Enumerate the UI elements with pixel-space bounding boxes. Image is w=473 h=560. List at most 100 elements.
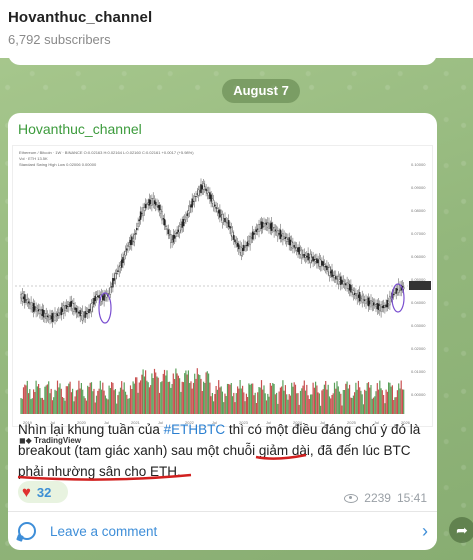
- candle-body: [177, 229, 180, 232]
- volume-bar: [92, 391, 94, 414]
- candle-body: [221, 214, 224, 223]
- volume-bar: [321, 390, 323, 414]
- candle-body: [186, 213, 188, 217]
- candle-body: [139, 211, 142, 220]
- volume-bar: [197, 374, 200, 414]
- candle-body: [295, 247, 298, 251]
- candle-body: [352, 290, 355, 295]
- candle-body: [158, 204, 161, 211]
- volume-bar: [393, 400, 395, 414]
- volume-bar: [114, 389, 116, 414]
- candle-body: [181, 221, 183, 228]
- candle-body: [268, 222, 270, 229]
- volume-bar: [82, 389, 84, 414]
- candle-body: [197, 189, 200, 196]
- volume-bar: [93, 388, 95, 414]
- candle-body: [120, 259, 123, 268]
- reaction-chip[interactable]: ♥ 32: [18, 481, 68, 503]
- candle-body: [44, 313, 46, 318]
- volume-bar: [170, 387, 172, 414]
- candle-body: [381, 306, 384, 309]
- candle-body: [113, 278, 115, 281]
- candle-body: [22, 296, 25, 300]
- candle-body: [264, 223, 266, 226]
- volume-bar: [182, 382, 184, 414]
- chart-header-line-3: Standard Swing High Low 0.02006 0.00000: [19, 162, 97, 167]
- volume-bar: [158, 392, 161, 414]
- candle-body: [102, 295, 104, 300]
- volume-bar: [277, 403, 279, 414]
- candle-body: [210, 194, 212, 202]
- candle-body: [379, 305, 381, 312]
- volume-bar: [273, 384, 275, 414]
- volume-bar: [55, 390, 57, 414]
- volume-bar: [117, 395, 119, 414]
- volume-bar: [292, 386, 294, 414]
- candle-body: [225, 220, 227, 223]
- volume-bar: [211, 393, 213, 414]
- volume-bar: [257, 392, 259, 414]
- volume-bar: [338, 391, 341, 414]
- candle-body: [149, 199, 152, 205]
- volume-bar: [313, 387, 315, 414]
- price-axis-tick: 0.02000: [411, 346, 426, 351]
- message-channel-name[interactable]: Hovanthuc_channel: [18, 121, 142, 137]
- candle-body: [193, 196, 196, 202]
- candle-body: [316, 258, 318, 264]
- volume-bar: [103, 390, 105, 414]
- candle-body: [302, 254, 304, 256]
- volume-bar: [268, 396, 270, 414]
- candle-body: [260, 221, 263, 229]
- volume-bar: [133, 383, 135, 414]
- volume-bar: [83, 396, 85, 414]
- volume-bar: [245, 393, 247, 414]
- candle-body: [190, 204, 192, 208]
- volume-bar: [308, 399, 310, 414]
- volume-bar: [80, 383, 82, 414]
- candle-body: [245, 245, 248, 247]
- share-button[interactable]: ➦: [449, 517, 473, 543]
- candle-body: [47, 316, 50, 318]
- volume-bar: [191, 388, 193, 414]
- candle-body: [56, 313, 59, 317]
- leave-comment-button[interactable]: Leave a comment ›: [18, 520, 428, 542]
- volume-bar: [112, 382, 114, 414]
- volume-bar: [296, 393, 298, 414]
- candle-body: [39, 309, 41, 314]
- candle-body: [27, 301, 30, 304]
- candle-body: [355, 293, 357, 297]
- candle-body: [66, 305, 69, 307]
- volume-bar: [146, 380, 148, 414]
- candle-body: [312, 256, 314, 262]
- candle-body: [231, 231, 234, 238]
- candle-body: [216, 208, 219, 212]
- candle-body: [26, 299, 29, 304]
- candle-body: [342, 281, 345, 285]
- volume-bar: [77, 389, 79, 414]
- volume-bar: [88, 387, 90, 414]
- volume-bar: [307, 395, 309, 414]
- hashtag-link[interactable]: #ETHBTC: [164, 422, 226, 437]
- candle-body: [51, 313, 54, 322]
- candle-body: [324, 266, 327, 268]
- channel-header[interactable]: Hovanthuc_channel 6,792 subscribers: [0, 0, 473, 58]
- message-bubble[interactable]: Hovanthuc_channel Ethereum / Bitcoin · 1…: [8, 113, 437, 550]
- candle-body: [341, 279, 343, 284]
- candle-body: [263, 223, 265, 227]
- volume-bar: [161, 381, 163, 414]
- candle-body: [261, 222, 264, 228]
- volume-bar: [200, 378, 202, 414]
- volume-bar: [107, 399, 109, 414]
- chart-image[interactable]: Ethereum / Bitcoin · 1W · BINANCE O:0.02…: [12, 145, 433, 445]
- volume-bar: [371, 398, 373, 414]
- volume-bar: [20, 398, 22, 414]
- volume-bar: [104, 395, 106, 414]
- candle-body: [118, 266, 120, 272]
- volume-bar: [267, 393, 269, 414]
- volume-bar: [101, 389, 103, 414]
- message-meta: 2239 15:41: [344, 491, 427, 505]
- candle-body: [319, 259, 322, 267]
- candle-body: [153, 200, 156, 205]
- volume-bar: [276, 392, 278, 414]
- volume-bar: [177, 375, 179, 414]
